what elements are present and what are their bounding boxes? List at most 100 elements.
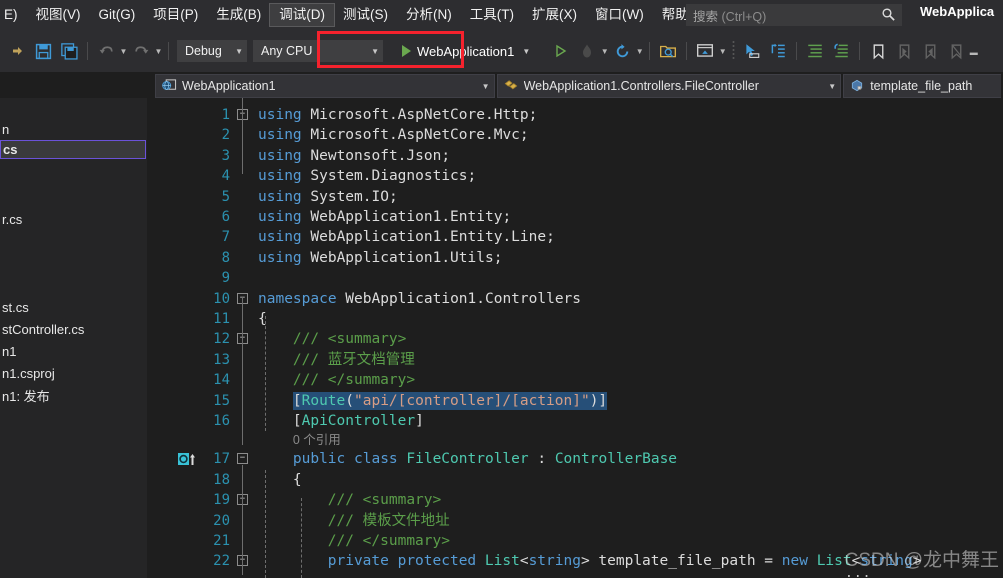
code-line[interactable]: using WebApplication1.Entity.Line; — [258, 227, 555, 247]
code-line[interactable]: using Microsoft.AspNetCore.Mvc; — [258, 125, 529, 145]
solution-explorer-item[interactable]: n1 — [0, 342, 16, 361]
window-title: WebApplica — [920, 4, 995, 19]
run-project-button[interactable]: WebApplication1 ▼ — [394, 39, 535, 63]
code-line[interactable]: [ApiController] — [293, 411, 424, 431]
code-line[interactable]: using System.Diagnostics; — [258, 166, 476, 186]
search-box[interactable]: 搜索 (Ctrl+Q) — [686, 4, 902, 26]
codelens-reference-count[interactable]: 0 个引用 — [293, 431, 341, 449]
live-share-caret-icon[interactable]: ▼ — [718, 42, 727, 60]
undo-icon[interactable] — [95, 40, 117, 62]
menu-item-1[interactable]: 视图(V) — [27, 4, 90, 27]
solution-explorer-item[interactable]: st.cs — [0, 298, 29, 317]
code-line[interactable]: private protected List<string> template_… — [328, 551, 922, 571]
menu-item-7[interactable]: 分析(N) — [397, 4, 461, 27]
solution-explorer-item[interactable]: n1.csproj — [0, 364, 55, 383]
platform-dropdown[interactable]: Any CPU ▼ — [253, 40, 383, 62]
navbar-project-dropdown[interactable]: WebApplication1 ▼ — [155, 74, 495, 98]
hot-reload-caret-icon[interactable]: ▼ — [600, 42, 609, 60]
navbar-member-dropdown[interactable]: template_file_path — [843, 74, 1001, 98]
chevron-down-icon[interactable]: ▼ — [371, 47, 379, 56]
line-number: 12 — [213, 331, 230, 348]
code-token: using — [258, 209, 302, 225]
search-icon[interactable] — [881, 7, 896, 22]
solution-explorer-item[interactable]: stController.cs — [0, 320, 84, 339]
toggle-outlining-icon[interactable] — [767, 40, 789, 62]
redo-icon[interactable] — [130, 40, 152, 62]
code-token: using — [258, 229, 302, 246]
menu-item-6[interactable]: 测试(S) — [334, 4, 397, 27]
solution-explorer-item[interactable]: n — [0, 120, 9, 139]
code-line[interactable]: using Newtonsoft.Json; — [258, 146, 450, 166]
navbar-member-label: template_file_path — [870, 79, 973, 93]
bookmark-icon[interactable] — [867, 40, 889, 62]
code-token: protected — [397, 553, 477, 570]
code-editor[interactable]: 1 − using Microsoft.AspNetCore.Http; 2 using… — [155, 98, 1003, 578]
code-line[interactable]: /// </summary> — [328, 531, 450, 551]
class-icon — [503, 78, 520, 94]
code-line[interactable]: using Microsoft.AspNetCore.Http; — [258, 105, 537, 125]
indent-guide — [242, 98, 243, 174]
code-line[interactable]: [Route("api/[controller]/[action]")] — [292, 391, 608, 411]
navbar-class-label: WebApplication1.Controllers.FileControll… — [523, 79, 759, 93]
redo-dropdown-caret-icon[interactable]: ▼ — [154, 42, 163, 60]
menu-item-0[interactable]: E) — [2, 4, 27, 27]
restart-icon[interactable] — [611, 40, 633, 62]
code-line[interactable]: /// 蓝牙文档管理 — [293, 350, 415, 370]
code-span: using Newtonsoft.Json; — [258, 148, 450, 164]
clear-bookmarks-icon[interactable] — [945, 40, 967, 62]
chevron-down-icon[interactable]: ▼ — [522, 47, 530, 56]
menu-item-2[interactable]: Git(G) — [90, 4, 145, 27]
attach-to-process-icon[interactable] — [657, 40, 679, 62]
code-span: /// <summary> — [293, 331, 407, 347]
next-bookmark-icon[interactable] — [919, 40, 941, 62]
toolbar-overflow-caret-icon[interactable]: ▬ — [969, 42, 978, 60]
code-span: /// <summary> — [328, 492, 442, 508]
solution-explorer-item-selected[interactable]: cs — [0, 140, 146, 159]
code-line[interactable]: /// 模板文件地址 — [328, 511, 450, 531]
code-span: using WebApplication1.Entity.Line; — [258, 229, 555, 245]
chevron-down-icon[interactable]: ▼ — [235, 47, 243, 56]
back-navigate-icon[interactable] — [6, 40, 28, 62]
code-line[interactable]: public class FileController : Controller… — [293, 449, 677, 469]
code-token: WebApplication1.Entity.Line; — [301, 229, 555, 246]
live-share-icon[interactable] — [694, 40, 716, 62]
restart-caret-icon[interactable]: ▼ — [635, 42, 644, 60]
menu-item-5[interactable]: 调试(D) — [269, 2, 335, 28]
chevron-down-icon[interactable]: ▼ — [482, 82, 490, 91]
solution-explorer-item[interactable]: n1: 发布 — [0, 386, 50, 405]
navbar-class-dropdown[interactable]: WebApplication1.Controllers.FileControll… — [496, 74, 842, 98]
left-splitter[interactable] — [147, 98, 155, 578]
code-line[interactable]: /// <summary> — [328, 490, 442, 510]
inheritance-overridden-icon[interactable] — [178, 452, 198, 467]
chevron-down-icon[interactable]: ▼ — [828, 82, 836, 91]
menu-item-3[interactable]: 项目(P) — [144, 4, 207, 27]
save-icon[interactable] — [32, 40, 54, 62]
menu-item-8[interactable]: 工具(T) — [461, 4, 523, 27]
solution-explorer-item[interactable]: r.cs — [0, 210, 22, 229]
fold-collapse-icon[interactable]: − — [237, 453, 248, 465]
menu-item-4[interactable]: 生成(B) — [207, 4, 270, 27]
comment-icon[interactable] — [804, 40, 826, 62]
configuration-dropdown[interactable]: Debug ▼ — [177, 40, 247, 62]
navbar-project-label: WebApplication1 — [182, 79, 276, 93]
code-line[interactable]: namespace WebApplication1.Controllers — [258, 289, 581, 309]
code-line[interactable]: { — [293, 470, 302, 490]
uncomment-icon[interactable] — [830, 40, 852, 62]
menu-item-10[interactable]: 窗口(W) — [586, 4, 653, 27]
code-token: Microsoft.AspNetCore.Mvc; — [301, 127, 529, 144]
hot-reload-icon[interactable] — [576, 40, 598, 62]
code-line[interactable]: using WebApplication1.Entity; — [258, 207, 511, 227]
undo-dropdown-caret-icon[interactable]: ▼ — [119, 42, 128, 60]
save-all-icon[interactable] — [58, 40, 80, 62]
code-line[interactable]: using System.IO; — [258, 187, 398, 207]
select-element-icon[interactable] — [741, 40, 763, 62]
line-number: 2 — [221, 127, 230, 144]
line-number: 6 — [221, 209, 230, 225]
code-line[interactable]: /// <summary> — [293, 329, 407, 349]
code-line[interactable]: /// </summary> — [293, 370, 415, 390]
start-without-debugging-icon[interactable] — [550, 40, 572, 62]
code-line[interactable]: using WebApplication1.Utils; — [258, 248, 502, 268]
menu-item-9[interactable]: 扩展(X) — [523, 4, 586, 27]
prev-bookmark-icon[interactable] — [893, 40, 915, 62]
code-token: public — [292, 451, 346, 468]
